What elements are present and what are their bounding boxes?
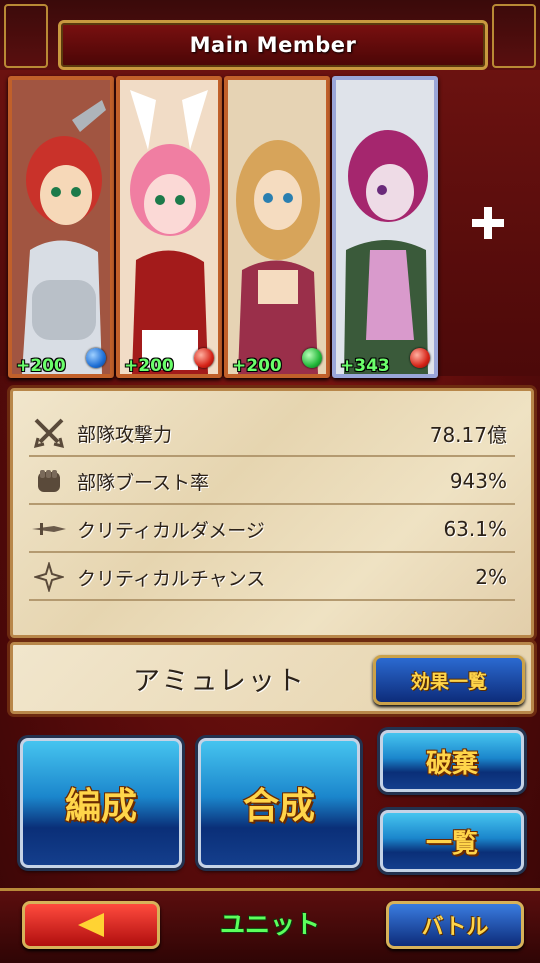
add-member-slot[interactable]	[440, 76, 536, 370]
plus-icon	[472, 207, 504, 239]
stat-label: 部隊攻撃力	[77, 423, 173, 446]
character-portrait-4	[336, 80, 434, 374]
discard-button[interactable]: 破棄	[380, 730, 524, 792]
page-title: Main Member	[189, 33, 357, 57]
character-portrait-3	[228, 80, 326, 374]
stat-row-attack: 部隊攻撃力 78.17億	[29, 411, 515, 457]
fire-element-orb-icon	[194, 348, 214, 368]
corner-ornament-left	[4, 4, 48, 68]
party-member-2[interactable]: +200	[116, 76, 222, 378]
stats-panel: 部隊攻撃力 78.17億 部隊ブースト率 943% クリティカルダメージ 63.…	[10, 388, 534, 638]
corner-ornament-right	[492, 4, 536, 68]
bottom-nav-bar: ユニット バトル	[0, 888, 540, 963]
battle-button[interactable]: バトル	[386, 901, 524, 949]
party-member-1[interactable]: +200	[8, 76, 114, 378]
stat-value: 63.1%	[443, 517, 507, 541]
crossed-swords-icon	[29, 413, 69, 453]
member-bonus: +200	[232, 356, 282, 376]
stat-label: クリティカルダメージ	[77, 519, 265, 542]
stat-row-crit-chance: クリティカルチャンス 2%	[29, 555, 515, 601]
fusion-button[interactable]: 合成	[198, 738, 360, 868]
sparkle-icon	[29, 557, 69, 597]
member-bonus: +200	[16, 356, 66, 376]
left-arrow-icon	[78, 913, 104, 937]
back-button[interactable]	[22, 901, 160, 949]
nav-title: ユニット	[219, 910, 320, 939]
stat-row-crit-damage: クリティカルダメージ 63.1%	[29, 507, 515, 553]
party-member-3[interactable]: +200	[224, 76, 330, 378]
wind-element-orb-icon	[302, 348, 322, 368]
stat-label: クリティカルチャンス	[77, 567, 266, 590]
water-element-orb-icon	[86, 348, 106, 368]
stat-value: 78.17億	[429, 422, 507, 447]
stat-row-boost: 部隊ブースト率 943%	[29, 459, 515, 505]
title-plate: Main Member	[58, 20, 488, 70]
character-portrait-1	[12, 80, 110, 374]
member-bonus: +200	[124, 356, 174, 376]
header-bar: Main Member	[0, 0, 540, 73]
effects-list-button[interactable]: 効果一覧	[373, 655, 525, 705]
list-button[interactable]: 一覧	[380, 810, 524, 872]
stat-label: 部隊ブースト率	[77, 471, 210, 494]
party-member-4[interactable]: +343	[332, 76, 438, 378]
character-portrait-2	[120, 80, 218, 374]
amulet-panel: アミュレット 効果一覧	[10, 642, 534, 714]
member-bonus: +343	[340, 356, 390, 376]
fist-icon	[29, 461, 69, 501]
formation-button[interactable]: 編成	[20, 738, 182, 868]
fire-element-orb-icon	[410, 348, 430, 368]
stat-value: 2%	[475, 565, 507, 589]
amulet-label: アミュレット	[133, 666, 306, 697]
dagger-icon	[29, 509, 69, 549]
stat-value: 943%	[449, 469, 507, 493]
